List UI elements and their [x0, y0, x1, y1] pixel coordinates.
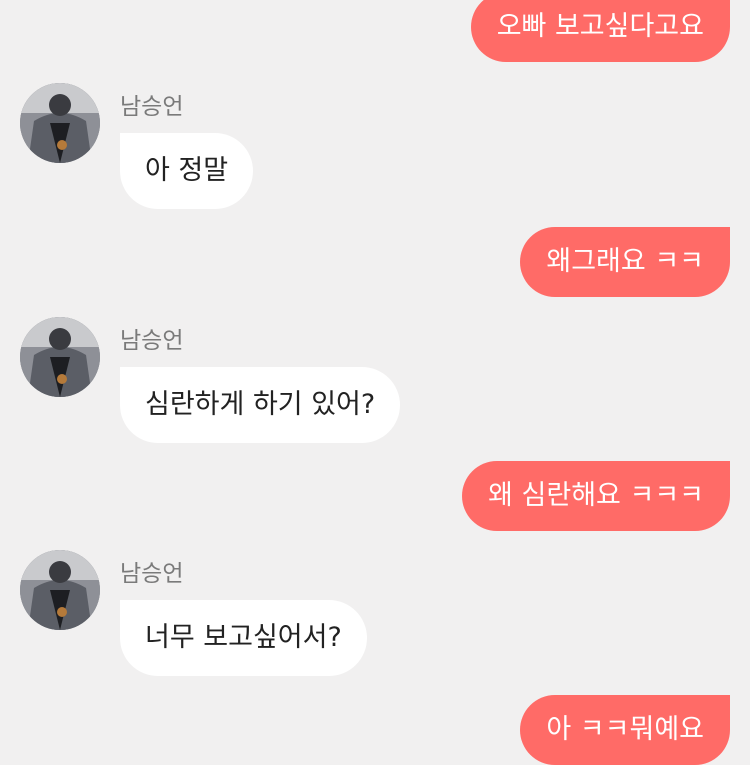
- avatar[interactable]: [20, 550, 100, 630]
- message-text: 왜 심란해요 ㅋㅋㅋ: [488, 480, 704, 511]
- avatar[interactable]: [20, 83, 100, 163]
- incoming-message-bubble[interactable]: 아 정말: [120, 133, 254, 209]
- outgoing-message-bubble[interactable]: 오빠 보고싶다고요: [470, 0, 730, 62]
- incoming-message-bubble[interactable]: 너무 보고싶어서?: [120, 600, 367, 676]
- incoming-message: 남승언 아 정말: [20, 83, 740, 218]
- profile-photo-icon: [20, 83, 100, 163]
- message-text: 왜그래요 ㅋㅋ: [546, 246, 704, 277]
- sender-name: 남승언: [120, 94, 184, 120]
- message-text: 아 ㅋㅋ뭐예요: [546, 714, 704, 745]
- incoming-message: 남승언 심란하게 하기 있어?: [20, 317, 740, 452]
- message-text: 아 정말: [145, 155, 229, 186]
- avatar[interactable]: [20, 317, 100, 397]
- message-text: 심란하게 하기 있어?: [145, 389, 376, 420]
- incoming-message-bubble[interactable]: 심란하게 하기 있어?: [120, 367, 401, 443]
- message-text: 너무 보고싶어서?: [145, 622, 342, 653]
- outgoing-message-bubble[interactable]: 왜 심란해요 ㅋㅋㅋ: [462, 461, 730, 531]
- message-text: 오빠 보고싶다고요: [496, 11, 704, 42]
- incoming-message: 남승언 너무 보고싶어서?: [20, 550, 740, 685]
- outgoing-message-bubble[interactable]: 아 ㅋㅋ뭐예요: [520, 695, 730, 765]
- chat-thread: 오빠 보고싶다고요 남승언 아 정말 왜그래요 ㅋㅋ 남승언 심란하게 하기 있…: [0, 0, 750, 765]
- profile-photo-icon: [20, 550, 100, 630]
- sender-name: 남승언: [120, 561, 184, 587]
- outgoing-message-bubble[interactable]: 왜그래요 ㅋㅋ: [520, 227, 730, 297]
- sender-name: 남승언: [120, 328, 184, 354]
- profile-photo-icon: [20, 317, 100, 397]
